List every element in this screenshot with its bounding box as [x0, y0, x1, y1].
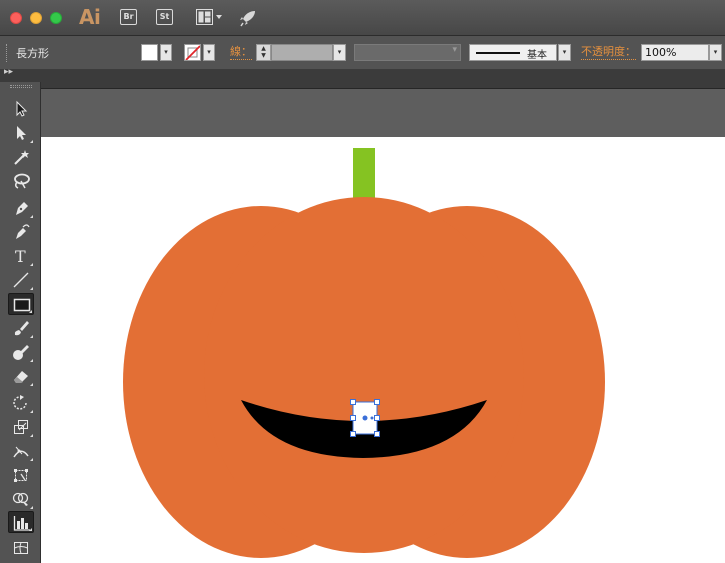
control-bar: 長方形 ▾ ▾ 線： ▲▼ ▾ 基本 ▾ 不透明度： 100% ▾: [0, 36, 725, 70]
arrange-documents-button[interactable]: [196, 9, 224, 25]
magic-wand-icon: [14, 150, 29, 165]
svg-text:T: T: [15, 247, 26, 265]
mesh-tool[interactable]: [8, 537, 34, 559]
blob-brush-tool[interactable]: [8, 341, 34, 363]
zoom-window-button[interactable]: [50, 12, 62, 24]
curvature-tool[interactable]: [8, 221, 34, 243]
pasteboard: [41, 89, 725, 137]
fill-color-swatch[interactable]: [141, 44, 158, 61]
shape-builder-icon: [12, 492, 29, 506]
opacity-dropdown[interactable]: ▾: [709, 44, 722, 61]
brush-definition-select[interactable]: 基本: [469, 44, 557, 61]
pumpkin-center-fill: [241, 257, 491, 497]
artwork: [123, 148, 605, 558]
variable-width-profile-select[interactable]: [354, 44, 461, 61]
stroke-weight-stepper[interactable]: ▲ ▼: [256, 44, 271, 61]
arrange-documents-icon: [196, 9, 222, 25]
stroke-label[interactable]: 線：: [230, 45, 252, 60]
mesh-icon: [14, 542, 28, 554]
selection-arrow-icon: [16, 100, 28, 117]
rectangle-tool[interactable]: [8, 293, 34, 315]
direct-selection-icon: [17, 126, 26, 140]
minimize-window-button[interactable]: [30, 12, 42, 24]
document-tab-strip: [41, 70, 725, 89]
line-segment-tool[interactable]: [8, 269, 34, 291]
tools-panel-header: ▸▸: [0, 67, 41, 82]
collapse-icon[interactable]: ▸▸: [4, 67, 13, 77]
eraser-icon: [14, 371, 28, 383]
selection-tool[interactable]: [8, 98, 34, 120]
line-segment-icon: [13, 272, 29, 288]
graph-tool[interactable]: [8, 511, 34, 533]
free-transform-tool[interactable]: [8, 464, 34, 486]
opacity-label[interactable]: 不透明度：: [581, 45, 636, 60]
stroke-color-swatch[interactable]: [184, 44, 201, 61]
scale-icon: [14, 420, 28, 434]
stroke-dropdown[interactable]: ▾: [203, 44, 215, 61]
width-tool[interactable]: [8, 440, 34, 462]
brush-stroke-preview: [476, 52, 520, 54]
tools-panel: ▸▸ T: [0, 67, 41, 563]
artboard[interactable]: [41, 137, 725, 563]
illustrator-window: Ai Br St 長方形 ▾ ▾ 線： ▲ ▼ ▾ ▾ 基本 ▾ 不透明度： 1…: [0, 0, 725, 563]
pumpkin-body[interactable]: [123, 197, 605, 558]
close-window-button[interactable]: [10, 12, 22, 24]
stroke-weight-input[interactable]: [271, 44, 333, 61]
eraser-tool[interactable]: [8, 365, 34, 387]
shape-builder-tool[interactable]: [8, 488, 34, 510]
gpu-performance-button[interactable]: [238, 8, 258, 28]
center-point: [362, 415, 368, 421]
pumpkin-stem[interactable]: [353, 148, 375, 200]
lasso-icon: [14, 173, 30, 189]
magic-wand-tool[interactable]: [8, 146, 34, 168]
control-bar-grip[interactable]: [6, 44, 8, 62]
direct-selection-tool[interactable]: [8, 122, 34, 144]
rocket-icon: [240, 11, 255, 27]
no-stroke-icon: [185, 45, 200, 60]
pen-tool[interactable]: [8, 197, 34, 219]
current-tool-name: 長方形: [16, 47, 49, 60]
paintbrush-icon: [14, 321, 29, 336]
go-to-bridge-button[interactable]: Br: [120, 9, 137, 25]
type-t-icon: T: [15, 247, 26, 265]
brush-label: 基本: [527, 50, 547, 61]
live-corner-widget[interactable]: [370, 416, 374, 420]
tools-panel-grip[interactable]: [10, 85, 32, 88]
brush-dropdown[interactable]: ▾: [558, 44, 571, 61]
scale-tool[interactable]: [8, 416, 34, 438]
opacity-input[interactable]: 100%: [641, 44, 709, 61]
stroke-weight-dropdown[interactable]: ▾: [333, 44, 346, 61]
curvature-pen-icon: [16, 224, 30, 239]
rotate-tool[interactable]: [8, 392, 34, 414]
app-logo: Ai: [79, 5, 101, 29]
rotate-icon: [13, 395, 27, 410]
free-transform-icon: [14, 469, 28, 482]
paintbrush-tool[interactable]: [8, 317, 34, 339]
pen-nib-icon: [16, 202, 28, 215]
lasso-tool[interactable]: [8, 170, 34, 192]
type-tool[interactable]: T: [8, 245, 34, 267]
selected-tooth[interactable]: [350, 399, 380, 437]
fill-dropdown[interactable]: ▾: [160, 44, 172, 61]
title-bar: Ai Br St: [0, 0, 725, 36]
search-stock-button[interactable]: St: [156, 9, 173, 25]
blob-brush-icon: [13, 345, 29, 360]
width-icon: [13, 446, 29, 458]
